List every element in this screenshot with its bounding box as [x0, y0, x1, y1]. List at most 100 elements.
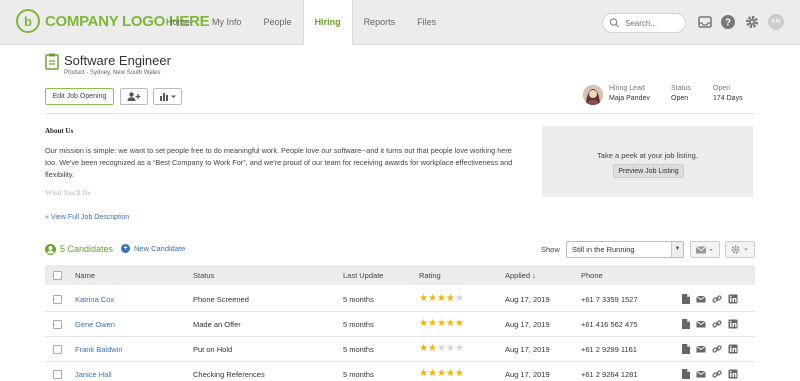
plus-icon: +: [121, 244, 130, 253]
select-all-checkbox[interactable]: [53, 271, 62, 280]
candidate-filter-select[interactable]: Still in the Running ▼: [566, 241, 684, 258]
linkedin-icon[interactable]: [728, 319, 738, 329]
star-icon[interactable]: ★: [419, 369, 428, 379]
column-phone[interactable]: Phone: [581, 271, 603, 280]
candidates-count: 5 Candidates: [60, 244, 114, 254]
header-divider: [45, 113, 755, 114]
job-location: Product - Sydney, New South Wales: [64, 70, 161, 76]
chevron-down-icon: ▼: [671, 242, 683, 257]
hiring-lead-label: Hiring Lead: [609, 85, 645, 92]
star-icon[interactable]: ★: [446, 344, 455, 354]
nav-hiring[interactable]: Hiring: [302, 0, 353, 45]
table-row[interactable]: Katrina Cox Phone Screened 5 months Aug 17,…: [45, 287, 755, 312]
search-box[interactable]: [602, 13, 686, 33]
table-row[interactable]: Gene Owen Made an Offer 5 months Aug 17, 20…: [45, 312, 755, 337]
star-icon[interactable]: ★: [446, 294, 455, 304]
column-status[interactable]: Status: [193, 271, 214, 280]
hiring-lead-avatar: [583, 85, 603, 105]
candidate-status: Checking References: [193, 370, 265, 379]
new-candidate-button[interactable]: + New Candidate: [121, 244, 185, 253]
document-icon[interactable]: [680, 369, 690, 379]
row-checkbox[interactable]: [53, 320, 62, 329]
envelope-icon: [696, 245, 713, 253]
star-icon[interactable]: ★: [419, 294, 428, 304]
view-full-description-link[interactable]: » View Full Job Description: [45, 214, 129, 221]
row-checkbox[interactable]: [53, 345, 62, 354]
linkedin-icon[interactable]: [728, 294, 738, 304]
candidate-phone: +61 416 562 475: [581, 320, 638, 329]
row-actions: [680, 319, 744, 329]
star-icon[interactable]: ★: [428, 344, 437, 354]
add-user-button[interactable]: [120, 88, 148, 105]
reports-dropdown-button[interactable]: [153, 88, 182, 105]
link-icon[interactable]: [712, 294, 722, 304]
star-icon[interactable]: ★: [437, 319, 446, 329]
star-icon[interactable]: ★: [446, 319, 455, 329]
candidate-phone: +61 2 9299 1161: [581, 345, 637, 354]
column-last-update[interactable]: Last Update: [343, 271, 383, 280]
candidate-rating[interactable]: ★ ★ ★ ★ ★: [419, 294, 464, 304]
candidate-rating[interactable]: ★ ★ ★ ★ ★: [419, 344, 464, 354]
column-name[interactable]: Name: [75, 271, 95, 280]
document-icon[interactable]: [680, 319, 690, 329]
star-icon[interactable]: ★: [428, 319, 437, 329]
candidate-name[interactable]: Katrina Cox: [75, 295, 114, 304]
status-label: Status: [671, 85, 691, 92]
column-applied[interactable]: Applied ↓: [505, 271, 536, 280]
nav-people[interactable]: People: [253, 0, 303, 45]
settings-dropdown-button[interactable]: [725, 241, 755, 258]
linkedin-icon[interactable]: [728, 369, 738, 379]
candidate-rating[interactable]: ★ ★ ★ ★ ★: [419, 319, 464, 329]
candidates-icon: [45, 244, 56, 255]
email-dropdown-button[interactable]: [690, 241, 720, 258]
star-icon[interactable]: ★: [437, 294, 446, 304]
star-icon[interactable]: ★: [455, 344, 464, 354]
star-icon[interactable]: ★: [437, 369, 446, 379]
row-checkbox[interactable]: [53, 370, 62, 379]
email-icon[interactable]: [696, 369, 706, 379]
help-icon[interactable]: ?: [720, 14, 736, 30]
row-checkbox[interactable]: [53, 295, 62, 304]
document-icon[interactable]: [680, 294, 690, 304]
search-icon: [609, 18, 620, 28]
row-actions: [680, 294, 744, 304]
email-icon[interactable]: [696, 319, 706, 329]
edit-job-opening-button[interactable]: Edit Job Opening: [45, 88, 114, 105]
star-icon[interactable]: ★: [455, 369, 464, 379]
inbox-icon[interactable]: [697, 14, 713, 30]
nav-files[interactable]: Files: [406, 0, 447, 45]
candidate-name[interactable]: Frank Baldwin: [75, 345, 123, 354]
column-rating[interactable]: Rating: [419, 271, 441, 280]
link-icon[interactable]: [712, 344, 722, 354]
open-label: Open: [713, 85, 731, 92]
nav-my-info[interactable]: My Info: [201, 0, 253, 45]
new-candidate-label: New Candidate: [134, 244, 186, 253]
star-icon[interactable]: ★: [428, 294, 437, 304]
preview-job-listing-button[interactable]: Preview Job Listing: [613, 164, 684, 178]
star-icon[interactable]: ★: [455, 294, 464, 304]
star-icon[interactable]: ★: [437, 344, 446, 354]
candidate-name[interactable]: Janice Hall: [75, 370, 112, 379]
nav-reports[interactable]: Reports: [353, 0, 407, 45]
candidate-applied-date: Aug 17, 2019: [505, 370, 550, 379]
star-icon[interactable]: ★: [428, 369, 437, 379]
email-icon[interactable]: [696, 294, 706, 304]
linkedin-icon[interactable]: [728, 344, 738, 354]
user-avatar[interactable]: KM: [768, 14, 784, 30]
table-row[interactable]: Frank Baldwin Put on Hold 5 months Aug 17, …: [45, 337, 755, 362]
gear-icon[interactable]: [744, 14, 760, 30]
star-icon[interactable]: ★: [446, 369, 455, 379]
search-input[interactable]: [625, 18, 685, 28]
table-row[interactable]: Janice Hall Checking References 5 months Au…: [45, 362, 755, 381]
link-icon[interactable]: [712, 319, 722, 329]
nav-home[interactable]: Home: [155, 0, 201, 45]
star-icon[interactable]: ★: [419, 319, 428, 329]
top-navigation-bar: b COMPANY LOGO HERE Home My Info People …: [0, 0, 800, 45]
link-icon[interactable]: [712, 369, 722, 379]
candidate-name[interactable]: Gene Owen: [75, 320, 115, 329]
star-icon[interactable]: ★: [419, 344, 428, 354]
star-icon[interactable]: ★: [455, 319, 464, 329]
email-icon[interactable]: [696, 344, 706, 354]
document-icon[interactable]: [680, 344, 690, 354]
candidate-rating[interactable]: ★ ★ ★ ★ ★: [419, 369, 464, 379]
